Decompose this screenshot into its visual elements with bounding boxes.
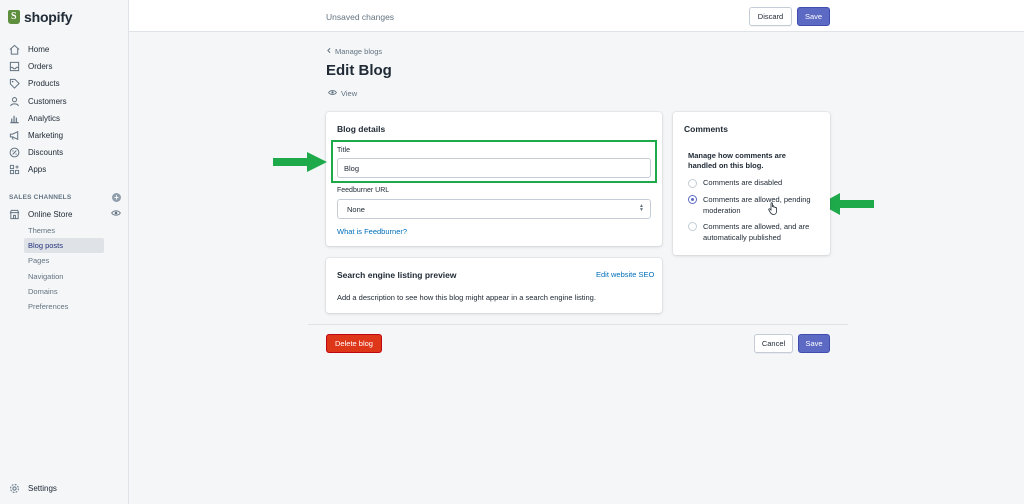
comments-card-title: Comments — [684, 124, 728, 134]
feedburner-selected-value: None — [347, 204, 365, 214]
brand-name: shopify — [24, 9, 73, 25]
hand-cursor-icon — [768, 202, 779, 218]
megaphone-icon — [9, 130, 20, 141]
select-caret-icon: ▲ ▼ — [639, 203, 644, 213]
cancel-button[interactable]: Cancel — [754, 334, 793, 353]
seo-card — [326, 258, 662, 313]
sidebar-item-label: Home — [28, 45, 50, 55]
tag-icon — [9, 78, 20, 90]
annotation-highlight-box — [331, 140, 657, 183]
home-icon — [9, 44, 20, 55]
sidebar-item-online-store[interactable]: Online Store — [9, 208, 121, 220]
view-link[interactable]: View — [328, 88, 357, 99]
settings-label: Settings — [28, 484, 57, 493]
top-bar: Unsaved changes Discard Save — [129, 0, 1024, 32]
main-nav: Home Orders Products Customers Analytics… — [0, 41, 129, 179]
option-label: Comments are disabled — [703, 178, 783, 187]
sidebar-item-discounts[interactable]: Discounts — [0, 144, 129, 161]
sidebar-item-label: Marketing — [28, 131, 64, 141]
sidebar-item-preferences[interactable]: Preferences — [24, 299, 104, 314]
sidebar-item-label: Orders — [28, 62, 53, 72]
feedburner-help-link[interactable]: What is Feedburner? — [337, 227, 407, 236]
chevron-left-icon — [326, 47, 332, 56]
comments-option-published[interactable]: Comments are allowed, and are automatica… — [688, 221, 818, 243]
seo-description: Add a description to see how this blog m… — [337, 293, 596, 302]
add-channel-icon[interactable]: + — [112, 193, 121, 202]
feedburner-select[interactable]: None ▲ ▼ — [337, 199, 651, 219]
radio-button[interactable] — [688, 179, 697, 188]
save-button-top[interactable]: Save — [797, 7, 830, 26]
discard-button[interactable]: Discard — [749, 7, 792, 26]
eye-icon — [328, 88, 337, 99]
apps-icon — [9, 164, 20, 175]
unsaved-status: Unsaved changes — [326, 12, 395, 22]
sidebar-item-domains[interactable]: Domains — [24, 284, 104, 299]
online-store-subnav: Themes Blog posts Pages Navigation Domai… — [24, 223, 104, 314]
bar-chart-icon — [9, 113, 20, 124]
comments-option-disabled[interactable]: Comments are disabled — [688, 178, 818, 188]
sidebar-item-label: Apps — [28, 165, 47, 175]
page-title: Edit Blog — [326, 62, 392, 79]
save-button-bottom[interactable]: Save — [798, 334, 830, 353]
edit-seo-link[interactable]: Edit website SEO — [596, 270, 654, 279]
delete-blog-button[interactable]: Delete blog — [326, 334, 382, 353]
sidebar-item-label: Customers — [28, 96, 67, 106]
shopify-logo[interactable]: shopify — [8, 9, 73, 25]
sidebar-item-marketing[interactable]: Marketing — [0, 127, 129, 144]
sidebar-item-home[interactable]: Home — [0, 41, 129, 58]
sales-channels-heading: SALES CHANNELS + — [9, 193, 121, 202]
comments-heading: Manage how comments are handled on this … — [688, 151, 786, 170]
sales-channels-label: SALES CHANNELS — [9, 194, 72, 201]
feedburner-field-label: Feedburner URL — [337, 187, 390, 194]
view-label: View — [341, 89, 358, 98]
seo-card-title: Search engine listing preview — [337, 270, 457, 280]
radio-button-checked[interactable] — [688, 195, 697, 204]
footer-divider — [308, 324, 848, 325]
sidebar-item-themes[interactable]: Themes — [24, 223, 104, 238]
sidebar-item-products[interactable]: Products — [0, 75, 129, 92]
sidebar-item-blog-posts[interactable]: Blog posts — [24, 238, 104, 254]
comments-option-moderation[interactable]: Comments are allowed, pending moderation — [688, 194, 818, 216]
sidebar-item-apps[interactable]: Apps — [0, 161, 129, 178]
online-store-label: Online Store — [28, 209, 73, 219]
sidebar-item-orders[interactable]: Orders — [0, 58, 129, 75]
sidebar-item-label: Discounts — [28, 148, 64, 158]
sidebar-item-label: Products — [28, 79, 60, 89]
radio-button[interactable] — [688, 222, 697, 231]
sidebar-item-customers[interactable]: Customers — [0, 93, 129, 110]
sidebar-item-pages[interactable]: Pages — [24, 253, 104, 268]
sidebar-item-navigation[interactable]: Navigation — [24, 269, 104, 284]
eye-icon[interactable] — [111, 208, 121, 220]
annotation-arrow-right-icon — [273, 152, 327, 174]
sidebar: shopify Home Orders Products Customers A… — [0, 0, 129, 504]
sidebar-item-label: Analytics — [28, 113, 61, 123]
shopify-bag-icon — [8, 10, 20, 24]
gear-icon — [9, 483, 20, 494]
sidebar-item-settings[interactable]: Settings — [9, 483, 57, 494]
option-label: Comments are allowed, and are automatica… — [703, 222, 810, 242]
blog-details-title: Blog details — [337, 124, 386, 134]
person-icon — [9, 96, 20, 107]
store-icon — [9, 209, 20, 220]
discount-icon — [9, 147, 20, 158]
orders-icon — [9, 61, 20, 72]
breadcrumb[interactable]: Manage blogs — [326, 47, 382, 56]
option-label: Comments are allowed, pending moderation — [703, 195, 811, 215]
sidebar-item-analytics[interactable]: Analytics — [0, 110, 129, 127]
breadcrumb-label: Manage blogs — [335, 47, 383, 56]
